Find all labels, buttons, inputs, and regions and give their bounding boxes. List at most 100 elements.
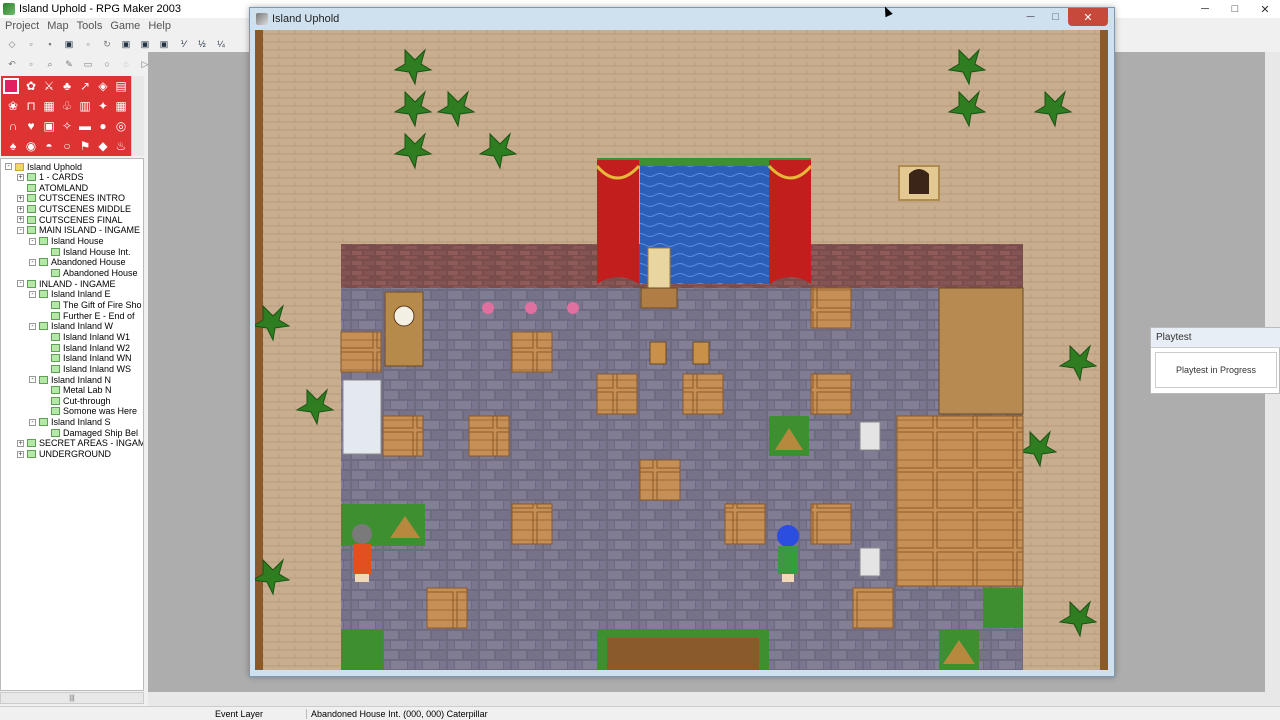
tile-palette[interactable]: ✿ ⚔ ♣ ↗ ◈ ▤ ❀ ⊓ ▦ ♧ ▥ ✦ ▦ ∩ ♥ ▣ ✧ ▬ ● ◎ … <box>1 76 131 156</box>
zoom-1-icon[interactable]: ⅟ <box>175 37 191 51</box>
crate-tile-icon[interactable]: ▣ <box>41 118 57 134</box>
menu-game[interactable]: Game <box>110 20 140 32</box>
board-tile-icon[interactable]: ▥ <box>77 98 93 114</box>
menu-help[interactable]: Help <box>148 20 171 32</box>
new-project-icon[interactable]: ◇ <box>4 37 20 51</box>
heart-tile-icon[interactable]: ♥ <box>23 118 39 134</box>
expand-icon[interactable]: + <box>17 194 24 202</box>
tree-item[interactable]: Island Inland W1 <box>41 331 130 342</box>
tree-item[interactable]: + CUTSCENES INTRO <box>17 193 125 204</box>
plant-tile-icon[interactable]: ✿ <box>23 78 39 94</box>
arrow-tile-icon[interactable]: ↗ <box>77 78 93 94</box>
tile-tile-icon[interactable]: ▦ <box>113 98 129 114</box>
tree-item[interactable]: Island Inland WN <box>41 353 132 364</box>
select-tool-icon[interactable]: ↶ <box>4 57 20 71</box>
tree-item[interactable]: ATOMLAND <box>17 182 88 193</box>
rug-tile-icon[interactable]: ▬ <box>77 118 93 134</box>
collapse-icon[interactable]: - <box>17 280 24 288</box>
selected-tile[interactable] <box>3 78 19 94</box>
menu-map[interactable]: Map <box>47 20 68 32</box>
tree-item[interactable]: Cut-through <box>41 395 111 406</box>
tree-item[interactable]: Island House Int. <box>41 246 131 257</box>
collapse-icon[interactable]: - <box>5 163 12 170</box>
tree-item[interactable]: - Island Uphold <box>5 161 82 172</box>
box-tile-icon[interactable]: ▦ <box>41 98 57 114</box>
expand-icon[interactable]: + <box>17 439 24 447</box>
expand-icon[interactable]: + <box>17 205 24 213</box>
tree-item[interactable]: + SECRET AREAS - INGAME <box>17 438 143 449</box>
save-icon[interactable]: ▣ <box>61 37 77 51</box>
close-project-icon[interactable]: ▪ <box>42 37 58 51</box>
redo-icon[interactable]: ↻ <box>99 37 115 51</box>
flag-tile-icon[interactable]: ⚑ <box>77 138 93 154</box>
undo-icon[interactable]: ▫ <box>80 37 96 51</box>
menu-tools[interactable]: Tools <box>77 20 103 32</box>
lamp-tile-icon[interactable]: ✧ <box>59 118 75 134</box>
stool-tile-icon[interactable]: ⊓ <box>23 98 39 114</box>
collapse-icon[interactable]: - <box>29 290 36 298</box>
tree-item[interactable]: Damaged Ship Bel <box>41 427 138 438</box>
tree-item[interactable]: Island Inland WS <box>41 363 131 374</box>
tree-item[interactable]: - Island Inland E <box>29 289 111 300</box>
tree-item[interactable]: - Island Inland S <box>29 417 111 428</box>
collapse-icon[interactable]: - <box>29 258 36 266</box>
tree-item[interactable]: + UNDERGROUND <box>17 449 111 460</box>
cake-tile-icon[interactable]: ◓ <box>41 138 57 154</box>
playtest-titlebar[interactable]: Island Uphold ─ □ ✕ <box>250 8 1114 30</box>
fill-tool-icon[interactable]: ◌ <box>118 57 134 71</box>
expand-icon[interactable]: + <box>17 173 24 181</box>
collapse-icon[interactable]: - <box>29 237 36 245</box>
zoom-tool-icon[interactable]: ▫ <box>23 57 39 71</box>
tree-item[interactable]: Somone was Here <box>41 406 137 417</box>
expand-icon[interactable]: + <box>17 216 24 224</box>
tree-item[interactable]: Metal Lab N <box>41 385 112 396</box>
plate-tile-icon[interactable]: ○ <box>59 138 75 154</box>
curtain-tile-icon[interactable]: ∩ <box>5 118 21 134</box>
playtest-minimize-button[interactable]: ─ <box>1018 8 1043 26</box>
map-tree[interactable]: - Island Uphold +1 - CARDS ATOMLAND + CUTSCEN… <box>0 158 144 691</box>
tree-item[interactable]: - Abandoned House <box>29 257 126 268</box>
tree-item[interactable]: The Gift of Fire Sho <box>41 299 142 310</box>
circle-tool-icon[interactable]: ○ <box>99 57 115 71</box>
expand-icon[interactable]: + <box>17 450 24 458</box>
workspace-horizontal-scrollbar[interactable] <box>148 692 1280 706</box>
search-icon[interactable]: ⌕ <box>42 57 58 71</box>
tree-item[interactable]: - Island Inland N <box>29 374 111 385</box>
upper-layer-icon[interactable]: ▣ <box>137 37 153 51</box>
collapse-icon[interactable]: - <box>29 322 36 330</box>
tree-item[interactable]: Abandoned House <box>41 268 138 279</box>
tree-item[interactable]: Island Inland W2 <box>41 342 130 353</box>
flower-tile-icon[interactable]: ❀ <box>5 98 21 114</box>
collapse-icon[interactable]: - <box>29 376 36 383</box>
playtest-close-button[interactable]: ✕ <box>1068 8 1108 26</box>
event-layer-icon[interactable]: ▣ <box>156 37 172 51</box>
tree-item[interactable]: - Island House <box>29 236 104 247</box>
playtest-maximize-button[interactable]: □ <box>1043 8 1068 26</box>
playtest-window[interactable]: Island Uphold ─ □ ✕ <box>249 7 1115 677</box>
tree-tile-icon[interactable]: ♣ <box>59 78 75 94</box>
app-minimize-button[interactable]: ─ <box>1190 0 1220 18</box>
rectangle-tool-icon[interactable]: ▭ <box>80 57 96 71</box>
open-project-icon[interactable]: ▫ <box>23 37 39 51</box>
chest-tile-icon[interactable]: ▤ <box>113 78 129 94</box>
cup-tile-icon[interactable]: ♨ <box>113 138 129 154</box>
star-tile-icon[interactable]: ✦ <box>95 98 111 114</box>
palette-scrollbar[interactable] <box>131 76 144 156</box>
tree-item[interactable]: - Island Inland W <box>29 321 113 332</box>
tree-item[interactable]: + CUTSCENES FINAL <box>17 214 123 225</box>
zoom-4-icon[interactable]: ¼ <box>213 37 229 51</box>
lower-layer-icon[interactable]: ▣ <box>118 37 134 51</box>
collapse-icon[interactable]: - <box>29 418 36 426</box>
game-screen[interactable] <box>255 30 1108 670</box>
tree-item[interactable]: Further E - End of <box>41 310 135 321</box>
app-close-button[interactable]: ✕ <box>1250 0 1280 18</box>
bush-tile-icon[interactable]: ♠ <box>5 138 21 154</box>
mirror-tile-icon[interactable]: ◎ <box>113 118 129 134</box>
pencil-tool-icon[interactable]: ✎ <box>61 57 77 71</box>
tree-item[interactable]: +1 - CARDS <box>17 172 84 183</box>
menu-project[interactable]: Project <box>5 20 39 32</box>
gem-tile-icon[interactable]: ◆ <box>95 138 111 154</box>
tree-item[interactable]: + CUTSCENES MIDDLE <box>17 204 131 215</box>
pot-tile-icon[interactable]: ◉ <box>23 138 39 154</box>
tree-item[interactable]: - MAIN ISLAND - INGAME <box>17 225 140 236</box>
